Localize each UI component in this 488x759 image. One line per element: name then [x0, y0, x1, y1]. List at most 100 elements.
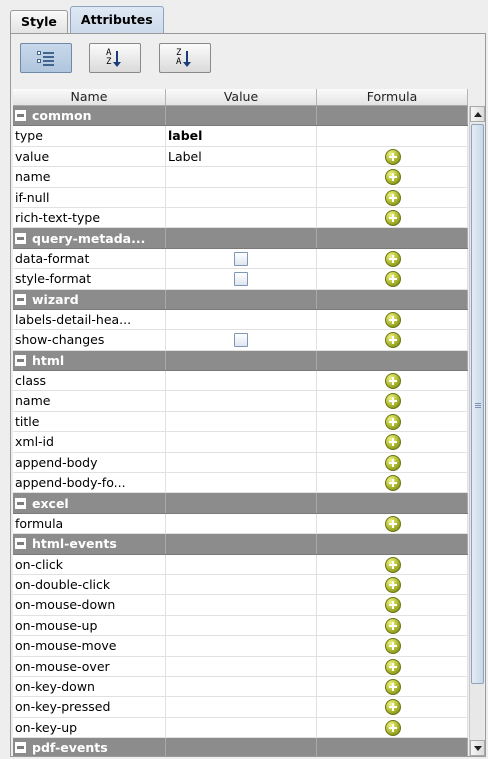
add-formula-plus-icon[interactable] — [385, 332, 401, 349]
collapse-minus-icon[interactable] — [15, 232, 26, 244]
property-value[interactable] — [166, 269, 317, 289]
table-row[interactable]: labels-detail-hea... — [13, 309, 468, 331]
value-checkbox[interactable] — [234, 251, 248, 266]
table-row[interactable]: on-key-down — [13, 676, 468, 698]
table-row[interactable]: class — [13, 371, 468, 392]
table-row[interactable]: append-body-fo... — [13, 473, 468, 494]
add-formula-plus-icon[interactable] — [385, 250, 401, 267]
group-row[interactable]: wizard — [13, 289, 468, 310]
add-formula-plus-icon[interactable] — [385, 454, 401, 471]
tab-attributes[interactable]: Attributes — [69, 6, 164, 34]
property-value[interactable] — [166, 656, 317, 676]
add-formula-plus-icon[interactable] — [385, 373, 401, 390]
sort-az-button[interactable]: A Z — [89, 43, 141, 73]
table-row[interactable]: show-changes — [13, 330, 468, 351]
table-row[interactable]: on-double-click — [13, 574, 468, 596]
add-formula-plus-icon[interactable] — [385, 189, 401, 206]
value-checkbox[interactable] — [234, 333, 248, 348]
property-value[interactable] — [166, 167, 317, 187]
collapse-minus-icon[interactable] — [15, 354, 26, 366]
property-value[interactable] — [166, 330, 317, 350]
tab-style[interactable]: Style — [10, 10, 68, 34]
table-row[interactable]: on-key-up — [13, 717, 468, 739]
table-row[interactable]: rich-text-type — [13, 207, 468, 229]
property-value[interactable] — [166, 207, 317, 228]
add-formula-plus-icon[interactable] — [385, 413, 401, 430]
group-row[interactable]: pdf-events — [13, 738, 468, 756]
group-row[interactable]: html-events — [13, 534, 468, 555]
table-row[interactable]: append-body — [13, 452, 468, 474]
add-formula-plus-icon[interactable] — [385, 475, 401, 492]
vertical-scrollbar[interactable] — [469, 106, 485, 756]
add-formula-plus-icon[interactable] — [385, 597, 401, 614]
table-row[interactable]: name — [13, 391, 468, 412]
property-value[interactable] — [166, 717, 317, 738]
table-row[interactable]: on-mouse-up — [13, 615, 468, 637]
property-value[interactable] — [166, 411, 317, 432]
property-value[interactable]: Label — [166, 146, 317, 167]
add-formula-plus-icon[interactable] — [385, 719, 401, 736]
column-header-formula[interactable]: Formula — [317, 89, 468, 105]
collapse-minus-icon[interactable] — [15, 110, 26, 122]
add-formula-plus-icon[interactable] — [385, 576, 401, 593]
add-formula-plus-icon[interactable] — [385, 678, 401, 695]
property-value[interactable] — [166, 554, 317, 574]
property-value[interactable] — [166, 513, 317, 534]
add-formula-plus-icon[interactable] — [385, 699, 401, 716]
sort-za-button[interactable]: Z A — [159, 43, 211, 73]
add-formula-plus-icon[interactable] — [385, 311, 401, 328]
property-value[interactable] — [166, 473, 317, 493]
table-row[interactable]: data-format — [13, 248, 468, 270]
property-value[interactable] — [166, 432, 317, 452]
property-value[interactable] — [166, 676, 317, 697]
table-row[interactable]: formula — [13, 513, 468, 535]
add-formula-plus-icon[interactable] — [385, 617, 401, 634]
column-header-value[interactable]: Value — [166, 89, 317, 105]
group-row[interactable]: common — [13, 106, 468, 127]
scrollbar-thumb[interactable] — [471, 124, 484, 684]
property-value[interactable]: label — [166, 126, 317, 146]
table-row[interactable]: style-format — [13, 269, 468, 290]
add-formula-plus-icon[interactable] — [385, 393, 401, 410]
table-row[interactable]: name — [13, 167, 468, 188]
property-value[interactable] — [166, 391, 317, 411]
group-row[interactable]: query-metada... — [13, 228, 468, 249]
table-row[interactable]: on-mouse-down — [13, 595, 468, 616]
categorized-view-button[interactable] — [20, 43, 72, 73]
table-row[interactable]: on-mouse-move — [13, 636, 468, 657]
group-row[interactable]: excel — [13, 493, 468, 514]
table-row[interactable]: title — [13, 411, 468, 433]
collapse-minus-icon[interactable] — [15, 293, 26, 305]
table-row[interactable]: if-null — [13, 187, 468, 208]
add-formula-plus-icon[interactable] — [385, 209, 401, 226]
property-value[interactable] — [166, 615, 317, 636]
group-row[interactable]: html — [13, 350, 468, 372]
add-formula-plus-icon[interactable] — [385, 658, 401, 675]
collapse-minus-icon[interactable] — [15, 497, 26, 509]
add-formula-plus-icon[interactable] — [385, 434, 401, 451]
value-checkbox[interactable] — [234, 272, 248, 287]
property-value[interactable] — [166, 574, 317, 595]
collapse-minus-icon[interactable] — [15, 538, 26, 550]
property-value[interactable] — [166, 595, 317, 615]
add-formula-plus-icon[interactable] — [385, 169, 401, 186]
add-formula-plus-icon[interactable] — [385, 638, 401, 655]
table-row[interactable]: on-click — [13, 554, 468, 575]
add-formula-plus-icon[interactable] — [385, 515, 401, 532]
table-row[interactable]: type label — [13, 126, 468, 147]
add-formula-plus-icon[interactable] — [385, 148, 401, 165]
add-formula-plus-icon[interactable] — [385, 556, 401, 573]
add-formula-plus-icon[interactable] — [385, 271, 401, 288]
property-value[interactable] — [166, 452, 317, 473]
property-value[interactable] — [166, 636, 317, 656]
table-row[interactable]: on-mouse-over — [13, 656, 468, 677]
property-value[interactable] — [166, 371, 317, 391]
collapse-minus-icon[interactable] — [15, 742, 26, 754]
table-row[interactable]: xml-id — [13, 432, 468, 453]
property-value[interactable] — [166, 187, 317, 207]
property-value[interactable] — [166, 697, 317, 717]
property-value[interactable] — [166, 309, 317, 330]
table-row[interactable]: value Label — [13, 146, 468, 168]
scroll-down-arrow-icon[interactable] — [470, 740, 485, 756]
column-header-name[interactable]: Name — [13, 89, 166, 105]
